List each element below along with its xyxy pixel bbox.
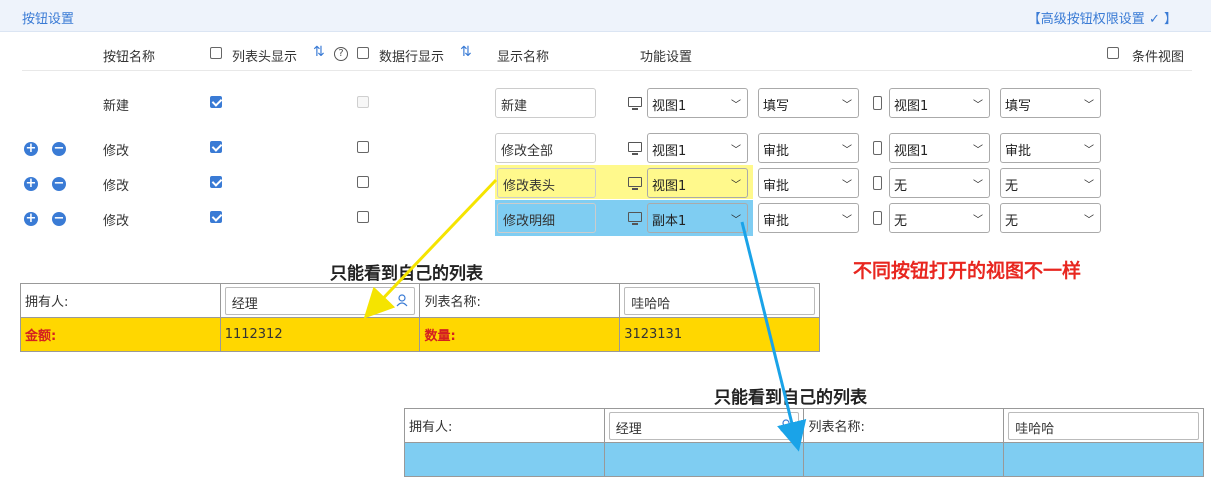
arrow-yellow — [363, 178, 498, 319]
annotation-arrows — [363, 178, 807, 452]
arrow-blue — [740, 221, 807, 452]
